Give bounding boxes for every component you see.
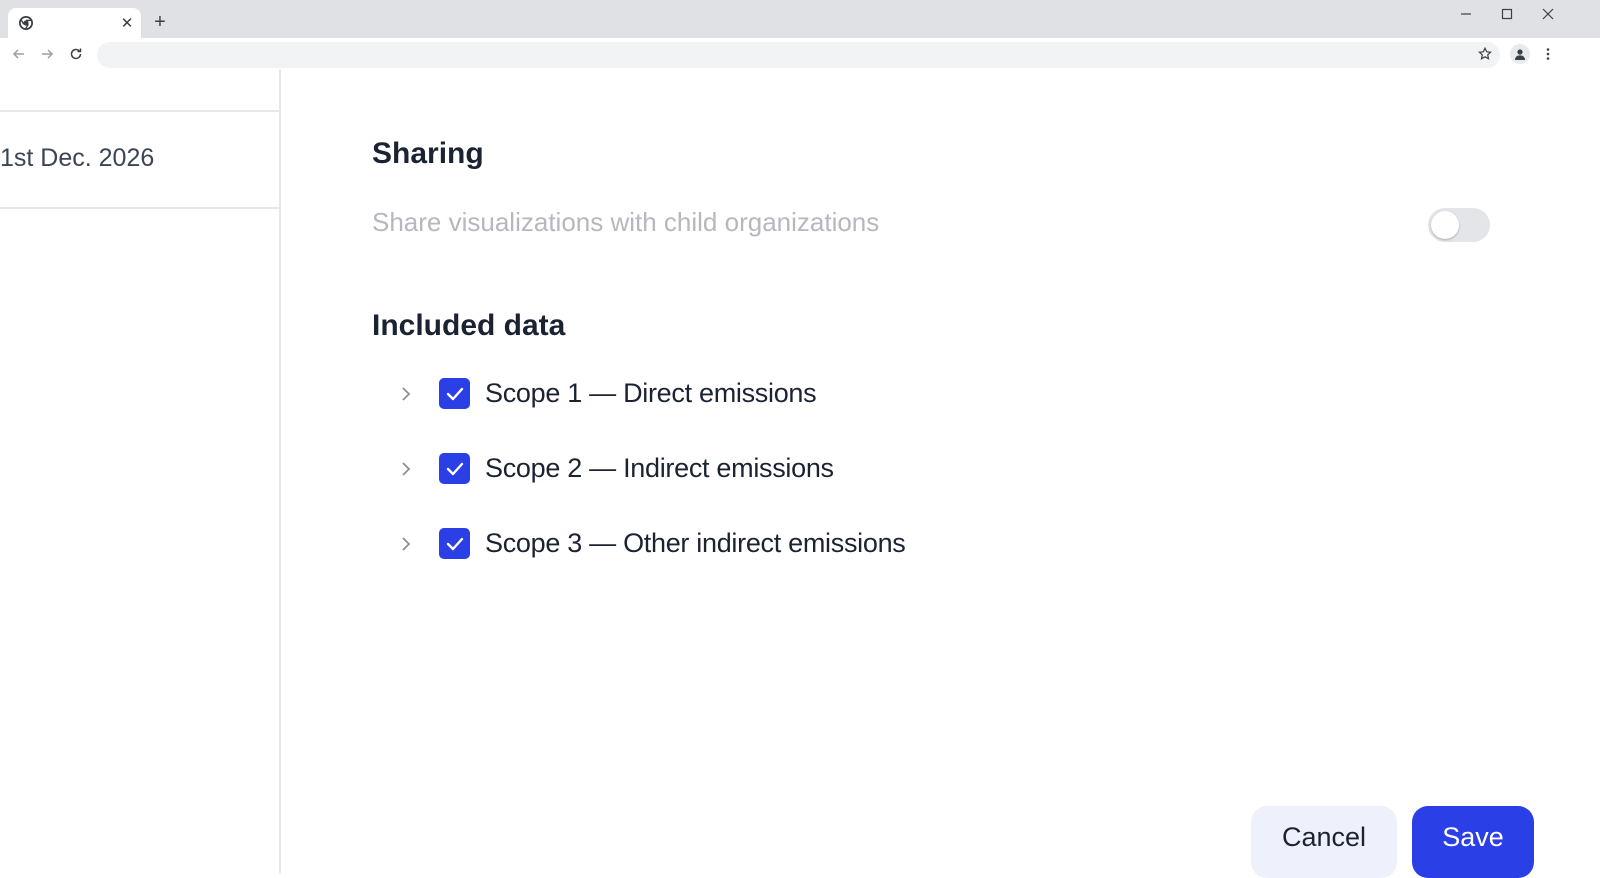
included-data-heading: Included data	[372, 309, 566, 342]
scope-1-checkbox[interactable]	[439, 378, 470, 409]
chevron-right-icon[interactable]	[395, 532, 417, 556]
scope-3-checkbox[interactable]	[439, 528, 470, 559]
address-bar[interactable]	[97, 42, 1500, 68]
scope-1-row: Scope 1 — Direct emissions	[395, 374, 1095, 414]
chevron-right-icon[interactable]	[395, 457, 417, 481]
sharing-heading: Sharing	[372, 137, 484, 170]
save-button[interactable]: Save	[1412, 806, 1534, 878]
share-toggle-label: Share visualizations with child organiza…	[372, 207, 880, 237]
close-icon[interactable]: ✕	[118, 14, 136, 32]
browser-tab[interactable]: ✕	[8, 8, 141, 38]
scope-2-row: Scope 2 — Indirect emissions	[395, 449, 1095, 489]
plus-icon[interactable]: +	[150, 11, 170, 33]
kebab-menu-icon[interactable]	[1540, 44, 1556, 64]
back-arrow-icon[interactable]	[9, 44, 29, 64]
star-icon[interactable]	[1475, 44, 1495, 64]
scope-1-label: Scope 1 — Direct emissions	[485, 378, 817, 408]
scope-3-row: Scope 3 — Other indirect emissions	[395, 524, 1095, 564]
chrome-favicon-icon	[18, 15, 34, 31]
chevron-right-icon[interactable]	[395, 382, 417, 406]
maximize-icon[interactable]	[1495, 3, 1519, 25]
date-text: 1st Dec. 2026	[0, 144, 155, 172]
list-item[interactable]: 1st Dec. 2026	[0, 110, 279, 209]
minimize-icon[interactable]	[1454, 3, 1478, 25]
cancel-button[interactable]: Cancel	[1251, 806, 1397, 878]
scope-2-label: Scope 2 — Indirect emissions	[485, 453, 834, 483]
toggle-knob	[1431, 211, 1459, 239]
left-pane: 1st Dec. 2026	[0, 70, 281, 873]
browser-toolbar	[0, 38, 1600, 70]
share-visualizations-toggle[interactable]	[1428, 208, 1490, 242]
reload-icon[interactable]	[66, 44, 86, 64]
profile-icon[interactable]	[1510, 44, 1530, 64]
close-window-icon[interactable]	[1536, 3, 1560, 25]
browser-tabstrip: ✕ +	[0, 0, 1600, 38]
scope-2-checkbox[interactable]	[439, 453, 470, 484]
forward-arrow-icon[interactable]	[37, 44, 57, 64]
scope-3-label: Scope 3 — Other indirect emissions	[485, 528, 906, 558]
